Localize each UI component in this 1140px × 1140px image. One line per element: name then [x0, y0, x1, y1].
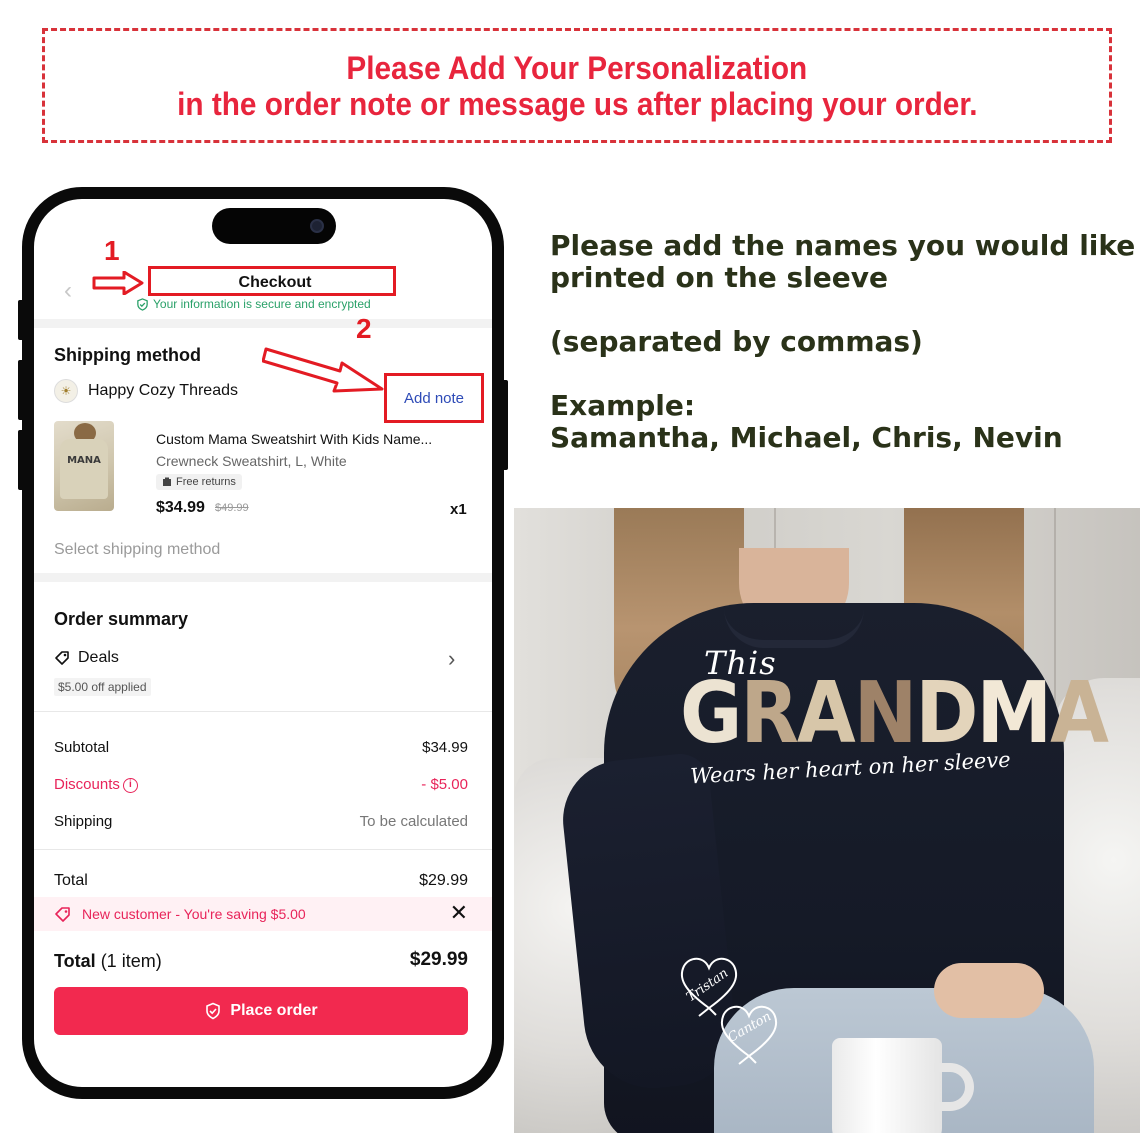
thumbnail-print-text: MANA	[67, 455, 101, 466]
product-title[interactable]: Custom Mama Sweatshirt With Kids Name...	[156, 431, 474, 447]
free-returns-label: Free returns	[176, 476, 236, 488]
select-shipping-method[interactable]: Select shipping method	[54, 541, 220, 559]
footer-total: Total (1 item)	[54, 951, 162, 972]
total-value: $29.99	[419, 872, 468, 889]
collar	[724, 608, 864, 648]
print-grandma-text: GRANDMA	[680, 662, 1109, 763]
banner-line-1: Please Add Your Personalization	[346, 49, 808, 86]
step-number-1: 1	[104, 235, 120, 266]
product-photo: This GRANDMA Wears her heart on her slee…	[514, 508, 1140, 1133]
coupon-icon	[55, 907, 70, 922]
instructions-block: Please add the names you would like prin…	[550, 229, 1136, 454]
chevron-left-icon[interactable]: ‹	[64, 277, 72, 305]
divider	[34, 319, 492, 328]
mug	[832, 1038, 942, 1133]
instruction-line-5: Samantha, Michael, Chris, Nevin	[550, 421, 1063, 454]
phone-mockup: ‹ 1 Checkout Your information is secure …	[22, 187, 504, 1099]
place-order-button[interactable]: Place order	[54, 987, 468, 1035]
discounts-label: Discounts	[54, 776, 120, 793]
new-customer-promo: New customer - You're saving $5.00 ✕	[34, 897, 492, 931]
discounts-row-label[interactable]: Discounts i	[54, 776, 138, 793]
shop-name: Happy Cozy Threads	[88, 382, 238, 399]
free-returns-badge: Free returns	[156, 474, 242, 490]
product-price: $34.99	[156, 499, 205, 516]
shop-row: ☀ Happy Cozy Threads	[54, 379, 238, 403]
add-note-button[interactable]: Add note	[384, 373, 484, 423]
instruction-line-3: (separated by commas)	[550, 325, 923, 358]
checkout-screen: ‹ 1 Checkout Your information is secure …	[34, 199, 492, 1087]
subtotal-label: Subtotal	[54, 739, 110, 756]
divider	[34, 849, 492, 850]
instruction-line-2: printed on the sleeve	[550, 261, 889, 294]
hand	[934, 963, 1044, 1018]
promo-text: New customer - You're saving $5.00	[82, 906, 306, 922]
instruction-line-1: Please add the names you would like	[550, 229, 1136, 262]
close-icon[interactable]: ✕	[450, 900, 468, 926]
total-label: Total	[54, 872, 88, 889]
personalization-banner: Please Add Your Personalization in the o…	[42, 28, 1112, 143]
info-icon[interactable]: i	[122, 777, 138, 793]
product-quantity: x1	[450, 501, 467, 518]
product-original-price: $49.99	[215, 502, 249, 514]
shield-icon	[137, 297, 148, 311]
deal-applied-badge: $5.00 off applied	[54, 678, 151, 696]
shipping-method-title: Shipping method	[54, 345, 201, 365]
return-box-icon	[163, 477, 171, 486]
subtotal-value: $34.99	[422, 739, 468, 756]
footer-total-value: $29.99	[409, 949, 468, 970]
instruction-line-4: Example:	[550, 389, 696, 422]
footer-total-label: Total	[54, 951, 96, 971]
arrow-diagonal-icon	[262, 347, 384, 393]
tag-icon	[55, 651, 69, 665]
place-order-label: Place order	[230, 1002, 318, 1019]
secure-text: Your information is secure and encrypted	[153, 297, 371, 311]
shield-check-icon	[206, 1002, 221, 1020]
banner-line-2: in the order note or message us after pl…	[176, 85, 978, 122]
chevron-right-icon[interactable]: ›	[448, 646, 455, 672]
divider	[34, 711, 492, 712]
discounts-value: - $5.00	[421, 776, 468, 793]
page-title: Checkout	[238, 274, 312, 291]
product-thumbnail[interactable]: MANA	[54, 421, 114, 511]
order-summary-title: Order summary	[54, 609, 189, 629]
secure-notice: Your information is secure and encrypted	[136, 297, 416, 311]
shipping-label: Shipping	[54, 813, 113, 830]
shop-logo: ☀	[54, 379, 78, 403]
divider	[34, 573, 492, 582]
deals-label: Deals	[78, 649, 119, 666]
product-variant: Crewneck Sweatshirt, L, White	[156, 453, 347, 469]
deals-row[interactable]: Deals	[54, 649, 119, 667]
footer-total-items: (1 item)	[100, 951, 162, 971]
shipping-value: To be calculated	[359, 813, 468, 830]
arrow-right-icon	[92, 271, 144, 295]
